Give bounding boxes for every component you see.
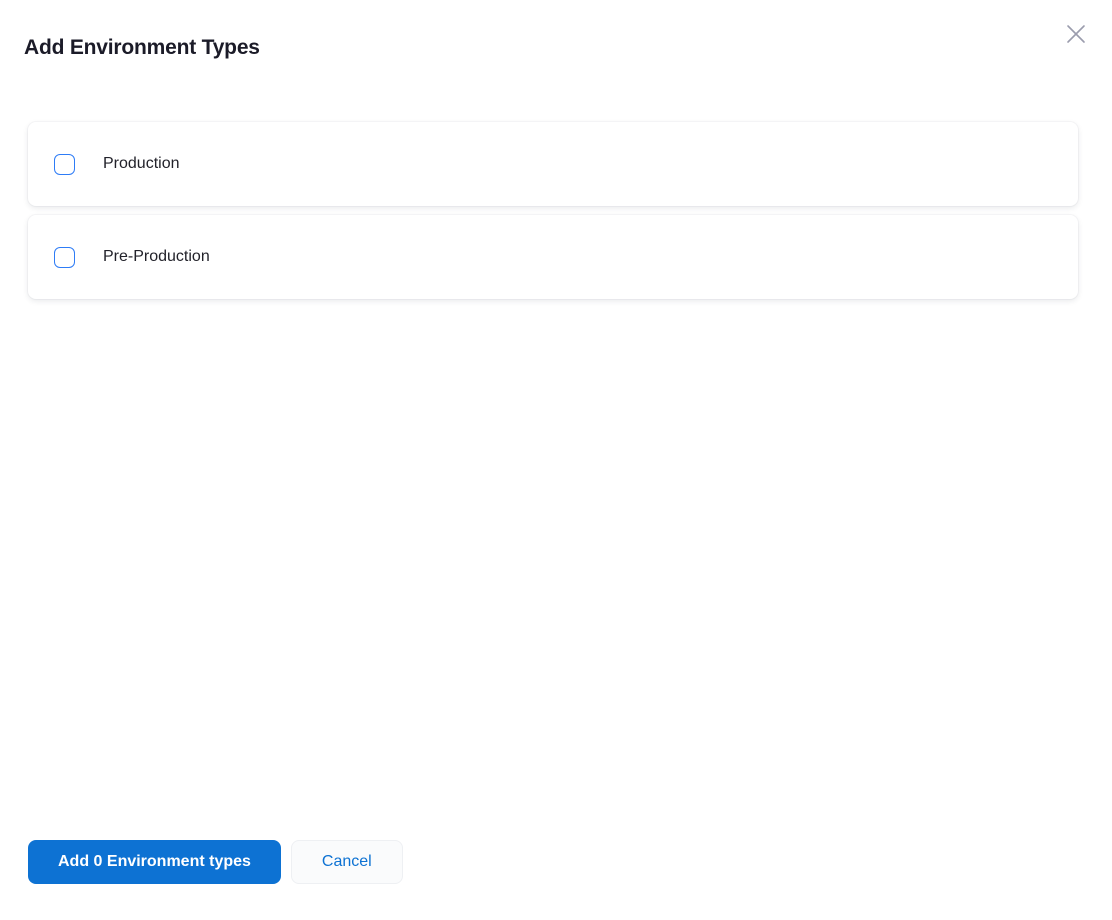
environment-type-row-production[interactable]: Production — [28, 122, 1078, 206]
checkbox-production[interactable] — [54, 154, 75, 175]
modal-footer: Add 0 Environment types Cancel — [28, 840, 403, 884]
close-button[interactable] — [1062, 20, 1090, 48]
add-environment-types-modal: Add Environment Types Production Pre-Pro… — [0, 0, 1112, 920]
environment-type-row-pre-production[interactable]: Pre-Production — [28, 215, 1078, 299]
cancel-button[interactable]: Cancel — [291, 840, 403, 884]
environment-type-label: Production — [103, 155, 180, 173]
modal-title: Add Environment Types — [24, 36, 260, 60]
environment-type-label: Pre-Production — [103, 248, 210, 266]
add-environment-types-button[interactable]: Add 0 Environment types — [28, 840, 281, 884]
environment-type-list: Production Pre-Production — [28, 122, 1078, 308]
checkbox-pre-production[interactable] — [54, 247, 75, 268]
close-icon — [1065, 23, 1087, 45]
